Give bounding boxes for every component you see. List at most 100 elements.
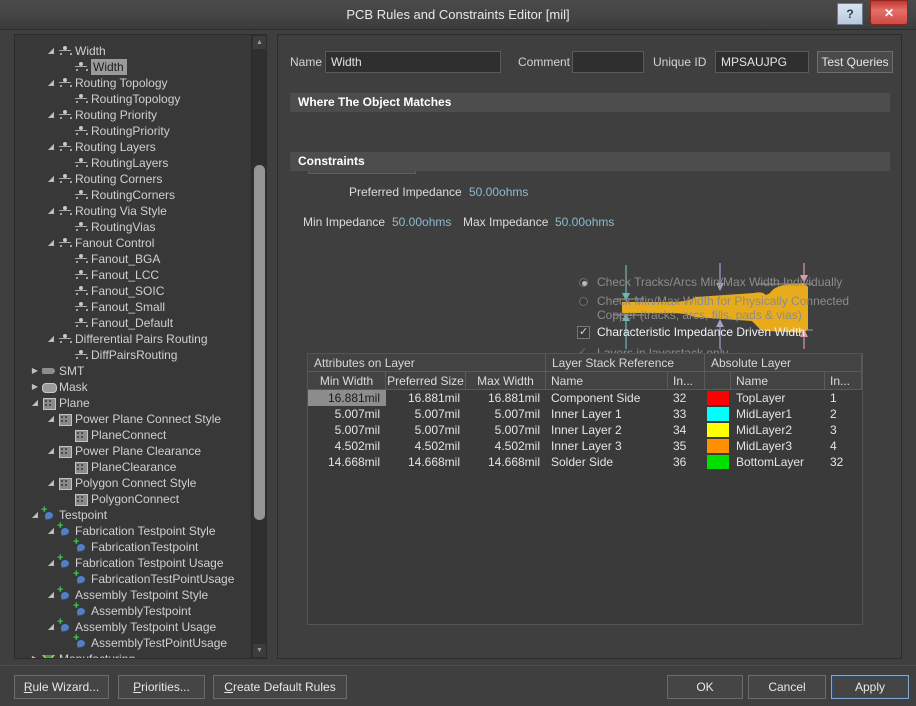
tree-item[interactable]: ◢ Fanout Control [15, 235, 252, 251]
tree-item[interactable]: Fanout_LCC [15, 267, 252, 283]
chevron-down-icon[interactable]: ◢ [45, 555, 57, 571]
tree-item[interactable]: ◢ Fabrication Testpoint Usage [15, 553, 252, 571]
tree-item[interactable]: AssemblyTestpoint [15, 601, 252, 619]
column-header-stack-index[interactable]: In... [668, 372, 705, 390]
column-header-stack-name[interactable]: Name [546, 372, 668, 390]
tree-item[interactable]: RoutingCorners [15, 187, 252, 203]
max-impedance-value[interactable]: 50.00ohms [555, 215, 614, 229]
tree-item[interactable]: Fanout_Small [15, 299, 252, 315]
tree-item[interactable]: AssemblyTestPointUsage [15, 633, 252, 651]
chevron-down-icon[interactable]: ◢ [45, 619, 57, 635]
column-header-absolute-name[interactable]: Name [731, 372, 825, 390]
tree-scrollbar[interactable]: ▲ ▼ [251, 35, 266, 658]
chevron-right-icon[interactable]: ▶ [29, 651, 41, 658]
tree-item[interactable]: ◢ Testpoint [15, 505, 252, 523]
chevron-down-icon[interactable]: ◢ [45, 203, 57, 219]
group-header-attributes-on-layer[interactable]: Attributes on Layer [308, 354, 546, 372]
priorities-button[interactable]: Priorities... [118, 675, 205, 699]
group-header-absolute-layer[interactable]: Absolute Layer [705, 354, 862, 372]
column-header-min-width[interactable]: Min Width [308, 372, 386, 390]
tree-item[interactable]: DiffPairsRouting [15, 347, 252, 363]
min-impedance-value[interactable]: 50.00ohms [392, 215, 451, 229]
radio-icon[interactable] [579, 297, 588, 306]
chevron-down-icon[interactable]: ◢ [45, 139, 57, 155]
tree-item[interactable]: RoutingLayers [15, 155, 252, 171]
column-header-layer-color[interactable] [705, 372, 731, 390]
tree-item[interactable]: PlaneConnect [15, 427, 252, 443]
chevron-down-icon[interactable]: ◢ [45, 107, 57, 123]
scroll-up-icon[interactable]: ▲ [253, 36, 266, 49]
tree-item[interactable]: ◢ Width [15, 43, 252, 59]
tree-item[interactable]: PolygonConnect [15, 491, 252, 507]
test-queries-button[interactable]: Test Queries [817, 51, 893, 73]
chevron-down-icon[interactable]: ◢ [45, 523, 57, 539]
tree-item[interactable]: RoutingVias [15, 219, 252, 235]
tree-item[interactable]: ◢ Routing Via Style [15, 203, 252, 219]
tree-item[interactable]: PlaneClearance [15, 459, 252, 475]
tree-item[interactable]: ◢ Differential Pairs Routing [15, 331, 252, 347]
table-body[interactable]: 16.881mil 16.881mil 16.881mil Component Sid… [308, 390, 862, 470]
tree-item[interactable]: ◢ Assembly Testpoint Usage [15, 617, 252, 635]
tree-item[interactable]: ◢ Fabrication Testpoint Style [15, 521, 252, 539]
chevron-down-icon[interactable]: ◢ [45, 411, 57, 427]
chevron-down-icon[interactable]: ◢ [45, 587, 57, 603]
chevron-right-icon[interactable]: ▶ [29, 379, 41, 395]
option-characteristic-impedance-driven-width[interactable]: ✓ Characteristic Impedance Driven Width [577, 325, 887, 341]
tree-item[interactable]: FabricationTestpoint [15, 537, 252, 555]
chevron-down-icon[interactable]: ◢ [29, 507, 41, 523]
tree-item[interactable]: ◢ Routing Priority [15, 107, 252, 123]
rules-tree-panel[interactable]: ◢ Width Width ◢ Routing Topology RoutingTopol… [14, 34, 267, 659]
column-header-max-width[interactable]: Max Width [466, 372, 546, 390]
option-check-physically-connected-copper[interactable]: Check Min/Max Width for Physically Conne… [577, 294, 877, 322]
rule-wizard-button[interactable]: Rule Wizard... [14, 675, 109, 699]
chevron-down-icon[interactable]: ◢ [45, 235, 57, 251]
column-header-preferred-size[interactable]: Preferred Size [386, 372, 466, 390]
tree-item[interactable]: ◢ Power Plane Clearance [15, 443, 252, 459]
tree-item[interactable]: ▶ Manufacturing [15, 651, 252, 658]
unique-id-input[interactable] [715, 51, 809, 73]
chevron-down-icon[interactable]: ◢ [45, 43, 57, 59]
chevron-down-icon[interactable]: ◢ [45, 171, 57, 187]
create-default-rules-button[interactable]: Create Default Rules [213, 675, 347, 699]
tree-item[interactable]: ◢ Plane [15, 395, 252, 411]
rules-tree[interactable]: ◢ Width Width ◢ Routing Topology RoutingTopol… [15, 35, 252, 658]
tree-item[interactable]: ◢ Routing Corners [15, 171, 252, 187]
chevron-down-icon[interactable]: ◢ [45, 475, 57, 491]
tree-item[interactable]: ▶ SMT [15, 363, 252, 379]
close-button[interactable]: ✕ [870, 0, 908, 25]
column-header-absolute-index[interactable]: In... [825, 372, 862, 390]
tree-item[interactable]: Fanout_Default [15, 315, 252, 331]
tree-item[interactable]: Fanout_BGA [15, 251, 252, 267]
radio-icon[interactable] [579, 278, 588, 287]
group-header-layer-stack-reference[interactable]: Layer Stack Reference [546, 354, 705, 372]
tree-item[interactable]: FabricationTestPointUsage [15, 569, 252, 587]
option-check-tracks-individually[interactable]: Check Tracks/Arcs Min/Max Width Individu… [577, 275, 887, 290]
name-input[interactable] [325, 51, 501, 73]
tree-item[interactable]: ◢ Polygon Connect Style [15, 475, 252, 491]
tree-item[interactable]: ◢ Routing Layers [15, 139, 252, 155]
tree-item[interactable]: Width [15, 59, 252, 75]
ok-button[interactable]: OK [667, 675, 743, 699]
checkbox-icon[interactable]: ✓ [577, 326, 590, 339]
help-button[interactable]: ? [837, 3, 863, 25]
table-row[interactable]: 14.668mil 14.668mil 14.668mil Solder Side 36… [308, 454, 862, 470]
table-row[interactable]: 5.007mil 5.007mil 5.007mil Inner Layer 1 33 M… [308, 406, 862, 422]
tree-item[interactable]: ◢ Power Plane Connect Style [15, 411, 252, 427]
tree-item[interactable]: Fanout_SOIC [15, 283, 252, 299]
tree-item[interactable]: ▶ Mask [15, 379, 252, 395]
preferred-impedance-value[interactable]: 50.00ohms [469, 185, 528, 199]
table-row[interactable]: 16.881mil 16.881mil 16.881mil Component Sid… [308, 390, 862, 406]
chevron-down-icon[interactable]: ◢ [45, 75, 57, 91]
tree-item[interactable]: ◢ Assembly Testpoint Style [15, 585, 252, 603]
scroll-down-icon[interactable]: ▼ [253, 644, 266, 657]
layer-constraints-table[interactable]: Attributes on Layer Layer Stack Referenc… [307, 353, 863, 625]
chevron-right-icon[interactable]: ▶ [29, 363, 41, 379]
table-row[interactable]: 4.502mil 4.502mil 4.502mil Inner Layer 3 35 M… [308, 438, 862, 454]
chevron-down-icon[interactable]: ◢ [45, 331, 57, 347]
tree-item[interactable]: RoutingTopology [15, 91, 252, 107]
apply-button[interactable]: Apply [831, 675, 909, 699]
chevron-down-icon[interactable]: ◢ [29, 395, 41, 411]
comment-input[interactable] [572, 51, 644, 73]
tree-item[interactable]: ◢ Routing Topology [15, 75, 252, 91]
tree-item[interactable]: RoutingPriority [15, 123, 252, 139]
